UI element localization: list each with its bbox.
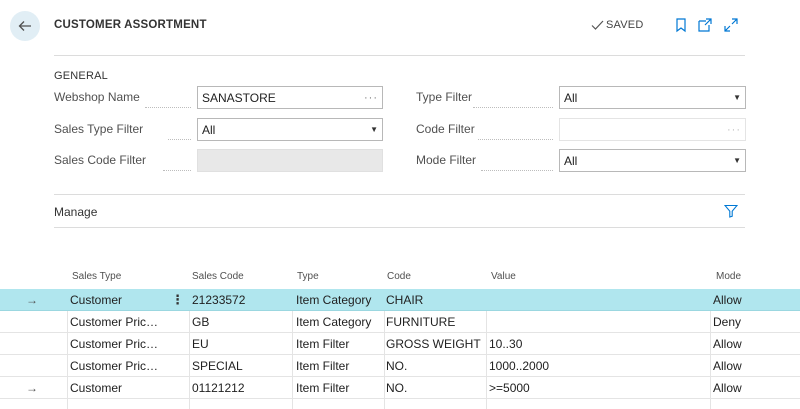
expand-icon[interactable] — [723, 17, 739, 33]
caret-down-icon: ▼ — [733, 93, 741, 102]
cell-sales-code[interactable]: 21233572 — [192, 289, 292, 311]
checkmark-icon — [591, 20, 604, 30]
cell-sales-type[interactable]: Customer Price... — [70, 311, 162, 333]
ellipsis-icon[interactable]: ··· — [727, 124, 741, 136]
col-head-type[interactable]: Type — [297, 271, 319, 282]
cell-sales-type[interactable]: Customer Price... — [70, 355, 162, 377]
col-head-value[interactable]: Value — [491, 271, 516, 282]
col-head-sales-code[interactable]: Sales Code — [192, 271, 244, 282]
cell-value[interactable] — [489, 289, 709, 311]
leader-dots — [168, 118, 191, 140]
back-button[interactable] — [10, 11, 40, 41]
cell-mode[interactable]: Allow — [713, 355, 793, 377]
bookmark-icon[interactable] — [673, 17, 689, 33]
section-divider — [54, 194, 745, 195]
ellipsis-icon[interactable]: ··· — [364, 92, 378, 104]
type-filter-value: All — [564, 90, 578, 105]
cell-sales-type[interactable]: Customer — [70, 289, 158, 311]
cell-mode[interactable]: Allow — [713, 333, 793, 355]
mode-filter-label: Mode Filter — [416, 153, 477, 167]
cell-code[interactable]: NO. — [386, 377, 486, 399]
cell-code[interactable]: NO. — [386, 355, 486, 377]
general-caption: GENERAL — [54, 70, 108, 82]
sales-type-filter-select[interactable]: All ▼ — [197, 118, 383, 141]
leader-dots — [478, 118, 553, 140]
cell-value[interactable]: 10..30 — [489, 333, 709, 355]
code-filter-label: Code Filter — [416, 122, 475, 136]
sales-type-filter-label: Sales Type Filter — [54, 122, 144, 136]
cell-sales-code[interactable]: EU — [192, 333, 292, 355]
type-filter-label: Type Filter — [416, 90, 473, 104]
arrow-right-icon: → — [26, 381, 38, 395]
saved-status: SAVED — [591, 19, 643, 31]
arrow-left-icon — [18, 21, 31, 31]
arrow-right-icon: → — [26, 293, 38, 307]
caret-down-icon: ▼ — [370, 125, 378, 134]
mode-filter-value: All — [564, 153, 578, 168]
caret-down-icon: ▼ — [733, 156, 741, 165]
cell-type[interactable]: Item Filter — [296, 333, 384, 355]
cell-type[interactable]: Item Filter — [296, 377, 384, 399]
open-in-new-window-icon[interactable] — [697, 17, 713, 33]
leader-dots — [163, 149, 191, 171]
cell-mode[interactable]: Deny — [713, 311, 793, 333]
cell-value[interactable]: >=5000 — [489, 377, 709, 399]
cell-value[interactable] — [489, 311, 709, 333]
cell-sales-type[interactable]: Customer Price... — [70, 333, 162, 355]
leader-dots — [481, 149, 553, 171]
kebab-menu-icon[interactable]: ⋮ — [171, 289, 184, 311]
cell-value[interactable]: 1000..2000 — [489, 355, 709, 377]
cell-code[interactable]: FURNITURE — [386, 311, 486, 333]
table-row[interactable]: Customer Price... GB Item Category FURNI… — [0, 311, 800, 333]
cell-mode[interactable]: Allow — [713, 289, 793, 311]
webshop-name-label: Webshop Name — [54, 90, 140, 104]
webshop-name-value: SANASTORE — [202, 90, 276, 105]
table-row[interactable]: → Customer ⋮ 21233572 Item Category CHAI… — [0, 289, 800, 311]
saved-label: SAVED — [606, 19, 644, 31]
col-head-mode[interactable]: Mode — [716, 271, 741, 282]
leader-dots — [473, 86, 553, 108]
table-row[interactable]: Customer Price... SPECIAL Item Filter NO… — [0, 355, 800, 377]
sales-type-filter-value: All — [202, 122, 216, 137]
table-row[interactable]: Customer Price... EU Item Filter GROSS W… — [0, 333, 800, 355]
cell-sales-type[interactable]: Customer — [70, 377, 162, 399]
manage-action[interactable]: Manage — [54, 205, 97, 219]
section-divider — [54, 227, 745, 228]
cell-sales-code[interactable]: SPECIAL — [192, 355, 292, 377]
cell-mode[interactable]: Allow — [713, 377, 793, 399]
mode-filter-select[interactable]: All ▼ — [559, 149, 746, 172]
cell-type[interactable]: Item Category — [296, 311, 384, 333]
cell-code[interactable]: GROSS WEIGHT — [386, 333, 486, 355]
col-head-code[interactable]: Code — [387, 271, 411, 282]
code-filter-field[interactable]: ··· — [559, 118, 746, 141]
cell-sales-code[interactable]: 01121212 — [192, 377, 292, 399]
cell-type[interactable]: Item Filter — [296, 355, 384, 377]
cell-code[interactable]: CHAIR — [386, 289, 486, 311]
header-divider — [54, 55, 745, 56]
cell-type[interactable]: Item Category — [296, 289, 384, 311]
webshop-name-field[interactable]: SANASTORE ··· — [197, 86, 383, 109]
filter-icon[interactable] — [724, 204, 738, 218]
page-title: CUSTOMER ASSORTMENT — [54, 19, 207, 31]
sales-code-filter-label: Sales Code Filter — [54, 153, 147, 167]
cell-sales-code[interactable]: GB — [192, 311, 292, 333]
leader-dots — [145, 86, 191, 108]
table-row[interactable]: → Customer 01121212 Item Filter NO. >=50… — [0, 377, 800, 399]
type-filter-select[interactable]: All ▼ — [559, 86, 746, 109]
sales-code-filter-field — [197, 149, 383, 172]
table-row[interactable] — [0, 399, 800, 409]
col-head-sales-type[interactable]: Sales Type — [72, 271, 121, 282]
